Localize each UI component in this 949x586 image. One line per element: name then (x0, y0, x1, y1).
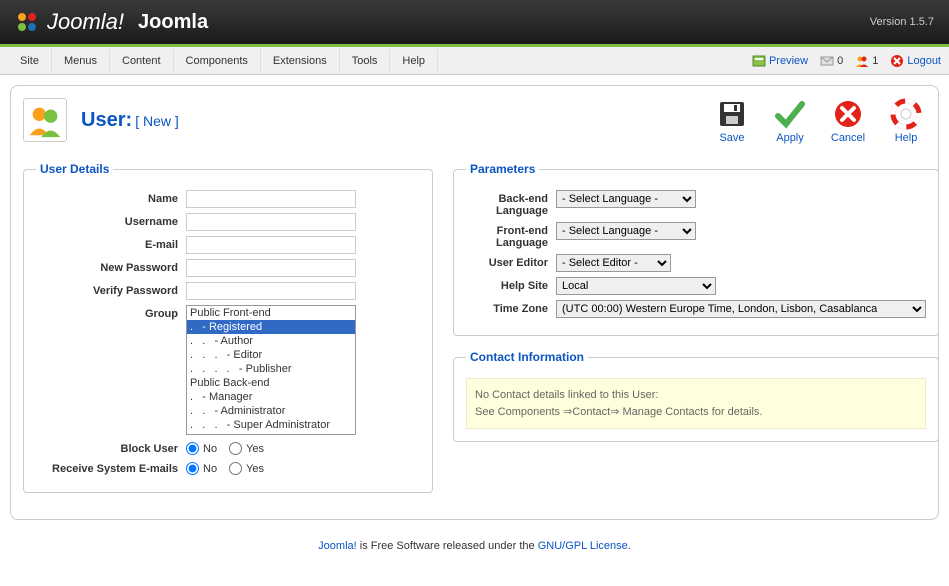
footer-license-link[interactable]: GNU/GPL License (538, 540, 628, 552)
parameters-fieldset: Parameters Back-end Language - Select La… (453, 162, 939, 336)
receive-no-label: No (203, 463, 217, 475)
group-listbox[interactable]: Public Front-end. - Registered. . - Auth… (186, 305, 356, 435)
contact-legend: Contact Information (466, 350, 588, 364)
site-name: Joomla (138, 11, 208, 34)
logo-area: Joomla! Joomla (15, 9, 208, 35)
menu-help[interactable]: Help (390, 49, 438, 73)
contact-line1: No Contact details linked to this User: (475, 387, 917, 404)
parameters-legend: Parameters (466, 162, 539, 176)
mail-icon (820, 54, 834, 68)
logo-text: Joomla! (47, 9, 124, 35)
users-icon (855, 54, 869, 68)
user-editor-label: User Editor (466, 254, 556, 269)
block-no-radio[interactable] (186, 442, 199, 455)
preview-link[interactable]: Preview (752, 54, 808, 68)
backend-lang-select[interactable]: - Select Language - (556, 190, 696, 208)
block-yes-radio[interactable] (229, 442, 242, 455)
timezone-select[interactable]: (UTC 00:00) Western Europe Time, London,… (556, 300, 926, 318)
footer-mid: is Free Software released under the (357, 540, 538, 552)
version-label: Version 1.5.7 (870, 16, 934, 28)
receive-yes-radio[interactable] (229, 462, 242, 475)
contact-line2: See Components ⇒Contact⇒ Manage Contacts… (475, 404, 917, 421)
apply-button[interactable]: Apply (770, 98, 810, 144)
menu-components[interactable]: Components (174, 49, 261, 73)
group-option[interactable]: Public Back-end (187, 376, 355, 390)
receive-no-radio[interactable] (186, 462, 199, 475)
header-bar: Joomla! Joomla Version 1.5.7 (0, 0, 949, 47)
vpass-input[interactable] (186, 282, 356, 300)
joomla-logo-icon (15, 10, 39, 34)
preview-icon (752, 54, 766, 68)
menu-items: Site Menus Content Components Extensions… (8, 49, 438, 73)
logout-icon (890, 54, 904, 68)
group-option[interactable]: . . - Administrator (187, 404, 355, 418)
menu-menus[interactable]: Menus (52, 49, 110, 73)
group-option[interactable]: . . . - Editor (187, 348, 355, 362)
backend-lang-label: Back-end Language (466, 190, 556, 217)
page-title-block: User: [ New ] (23, 98, 179, 142)
frontend-lang-select[interactable]: - Select Language - (556, 222, 696, 240)
page-panel: User: [ New ] Save Apply Cancel Help (10, 85, 939, 520)
help-button[interactable]: Help (886, 98, 926, 144)
vpass-label: Verify Password (36, 282, 186, 297)
username-input[interactable] (186, 213, 356, 231)
user-details-legend: User Details (36, 162, 113, 176)
frontend-lang-label: Front-end Language (466, 222, 556, 249)
cancel-button[interactable]: Cancel (828, 98, 868, 144)
group-option[interactable]: . . . - Super Administrator (187, 418, 355, 432)
receive-yes-label: Yes (246, 463, 264, 475)
save-button[interactable]: Save (712, 98, 752, 144)
menu-content[interactable]: Content (110, 49, 174, 73)
help-icon (890, 98, 922, 130)
name-label: Name (36, 190, 186, 205)
messages-status[interactable]: 0 (820, 54, 843, 68)
contact-info-box: No Contact details linked to this User: … (466, 378, 926, 429)
logout-link[interactable]: Logout (890, 54, 941, 68)
group-label: Group (36, 305, 186, 320)
block-label: Block User (36, 440, 186, 455)
timezone-label: Time Zone (466, 300, 556, 315)
cancel-icon (832, 98, 864, 130)
page-subtitle: [ New ] (135, 113, 179, 129)
newpass-input[interactable] (186, 259, 356, 277)
toolbar: Save Apply Cancel Help (712, 98, 926, 144)
username-label: Username (36, 213, 186, 228)
user-details-fieldset: User Details Name Username E-mail New Pa… (23, 162, 433, 493)
group-option[interactable]: . - Manager (187, 390, 355, 404)
helpsite-select[interactable]: Local (556, 277, 716, 295)
menu-site[interactable]: Site (8, 49, 52, 73)
user-page-icon (23, 98, 67, 142)
menu-tools[interactable]: Tools (340, 49, 391, 73)
user-editor-select[interactable]: - Select Editor - (556, 254, 671, 272)
group-option[interactable]: . . . . - Publisher (187, 362, 355, 376)
footer-joomla-link[interactable]: Joomla! (318, 540, 357, 552)
menu-status: Preview 0 1 Logout (752, 54, 941, 68)
footer: Joomla! is Free Software released under … (0, 530, 949, 562)
contact-fieldset: Contact Information No Contact details l… (453, 350, 939, 442)
menubar: Site Menus Content Components Extensions… (0, 47, 949, 75)
page-title: User: (81, 109, 132, 131)
group-option[interactable]: Public Front-end (187, 306, 355, 320)
group-option[interactable]: . . - Author (187, 334, 355, 348)
users-status[interactable]: 1 (855, 54, 878, 68)
name-input[interactable] (186, 190, 356, 208)
block-yes-label: Yes (246, 443, 264, 455)
email-input[interactable] (186, 236, 356, 254)
helpsite-label: Help Site (466, 277, 556, 292)
menu-extensions[interactable]: Extensions (261, 49, 340, 73)
save-icon (716, 98, 748, 130)
footer-suffix: . (628, 540, 631, 552)
email-label: E-mail (36, 236, 186, 251)
receive-label: Receive System E-mails (36, 460, 186, 475)
block-no-label: No (203, 443, 217, 455)
group-option[interactable]: . - Registered (187, 320, 355, 334)
apply-icon (774, 98, 806, 130)
newpass-label: New Password (36, 259, 186, 274)
